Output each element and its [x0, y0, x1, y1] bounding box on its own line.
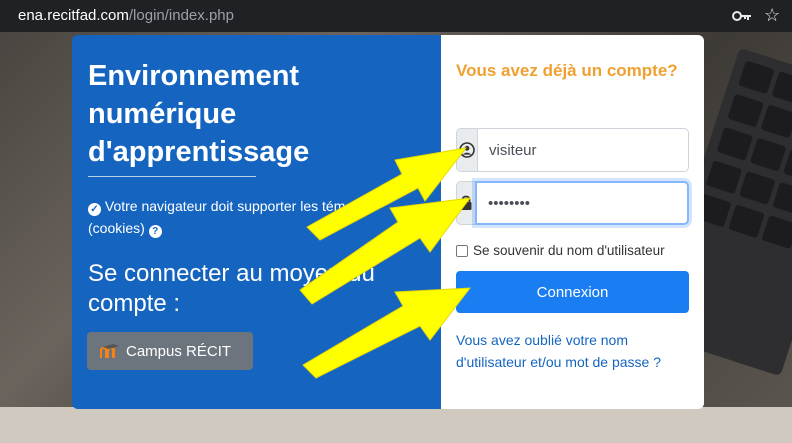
moodle-logo-icon	[100, 344, 119, 358]
user-circle-icon	[459, 142, 475, 158]
user-icon-addon	[456, 128, 477, 172]
login-button[interactable]: Connexion	[456, 271, 689, 313]
cookie-notice-text: Votre navigateur doit supporter les témo…	[88, 198, 372, 236]
desk-surface	[0, 407, 792, 443]
forgot-password-link[interactable]: Vous avez oublié votre nom d'utilisateur…	[456, 329, 692, 373]
title-divider	[88, 176, 256, 177]
login-form: Vous avez déjà un compte? visiteur •••••…	[441, 35, 704, 409]
star-icon[interactable]: ☆	[764, 4, 780, 26]
username-input[interactable]	[477, 128, 689, 172]
check-circle-icon: ✓	[88, 203, 101, 216]
login-question: Vous avez déjà un compte?	[456, 61, 678, 80]
remember-checkbox[interactable]	[456, 244, 468, 257]
username-field[interactable]	[456, 128, 689, 172]
info-panel: Environnement numérique d'apprentissage …	[72, 35, 441, 409]
connect-heading: Se connecter au moyen du compte :	[88, 260, 375, 317]
password-input[interactable]	[475, 181, 689, 225]
page-title: Environnement numérique d'apprentissage	[88, 60, 310, 168]
key-icon[interactable]	[732, 8, 752, 24]
campus-recit-button[interactable]: Campus RÉCIT	[87, 332, 253, 370]
help-icon[interactable]: ?	[148, 225, 162, 238]
lock-icon	[460, 195, 472, 210]
lock-icon-addon	[456, 181, 475, 225]
login-card: Environnement numérique d'apprentissage …	[72, 35, 704, 409]
password-field[interactable]	[456, 181, 689, 225]
campus-recit-label: Campus RÉCIT	[126, 342, 232, 360]
remember-label: Se souvenir du nom d'utilisateur	[473, 243, 665, 258]
url-text[interactable]: ena.recitfad.com/login/index.php	[18, 7, 234, 24]
remember-username[interactable]: Se souvenir du nom d'utilisateur	[456, 243, 665, 258]
browser-address-bar[interactable]: ena.recitfad.com/login/index.php ☆	[0, 0, 792, 32]
cookie-notice: ✓ Votre navigateur doit supporter les té…	[88, 195, 408, 239]
